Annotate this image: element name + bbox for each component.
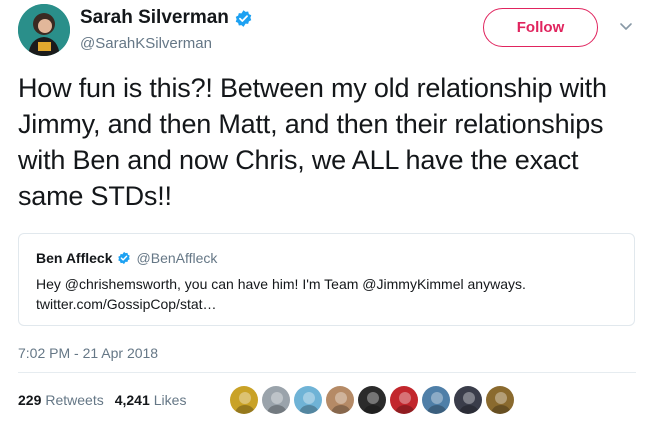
author-display-name[interactable]: Sarah Silverman — [80, 7, 229, 29]
quoted-tweet-card[interactable]: Ben Affleck @BenAffleck Hey @chrishemswo… — [18, 233, 635, 326]
liker-avatar[interactable] — [485, 385, 515, 415]
tweet-text: How fun is this?! Between my old relatio… — [18, 73, 607, 211]
tweet-stats: 229 Retweets 4,241 Likes — [18, 392, 186, 408]
liker-avatar[interactable] — [229, 385, 259, 415]
follow-button[interactable]: Follow — [483, 8, 598, 47]
liker-avatar[interactable] — [357, 385, 387, 415]
quoted-author-name: Ben Affleck — [36, 250, 113, 266]
chevron-down-icon[interactable] — [616, 16, 636, 36]
quoted-tweet-text: Hey @chrishemsworth, you can have him! I… — [36, 276, 526, 312]
divider — [18, 372, 636, 373]
liker-avatar[interactable] — [453, 385, 483, 415]
retweets-label: Retweets — [45, 392, 104, 408]
retweets-count: 229 — [18, 392, 42, 408]
quoted-tweet-header: Ben Affleck @BenAffleck — [36, 250, 217, 266]
author-name-block: Sarah Silverman @SarahKSilverman — [80, 7, 253, 53]
liker-avatar[interactable] — [389, 385, 419, 415]
likes-count: 4,241 — [114, 392, 150, 408]
liker-avatars — [229, 385, 515, 415]
liker-avatar[interactable] — [421, 385, 451, 415]
liker-avatar[interactable] — [261, 385, 291, 415]
quoted-author-handle: @BenAffleck — [136, 250, 218, 266]
author-handle[interactable]: @SarahKSilverman — [80, 35, 253, 53]
verified-badge-icon — [234, 9, 253, 28]
verified-badge-icon — [117, 251, 131, 265]
author-avatar[interactable] — [18, 4, 70, 56]
liker-avatar[interactable] — [293, 385, 323, 415]
retweets-stat[interactable]: 229 Retweets — [18, 392, 104, 408]
tweet-header: Sarah Silverman @SarahKSilverman Follow — [18, 4, 638, 56]
likes-label: Likes — [153, 392, 187, 408]
liker-avatar[interactable] — [325, 385, 355, 415]
likes-stat[interactable]: 4,241 Likes — [115, 392, 187, 408]
author-name-row: Sarah Silverman — [80, 7, 253, 29]
tweet-timestamp[interactable]: 7:02 PM - 21 Apr 2018 — [18, 345, 158, 361]
